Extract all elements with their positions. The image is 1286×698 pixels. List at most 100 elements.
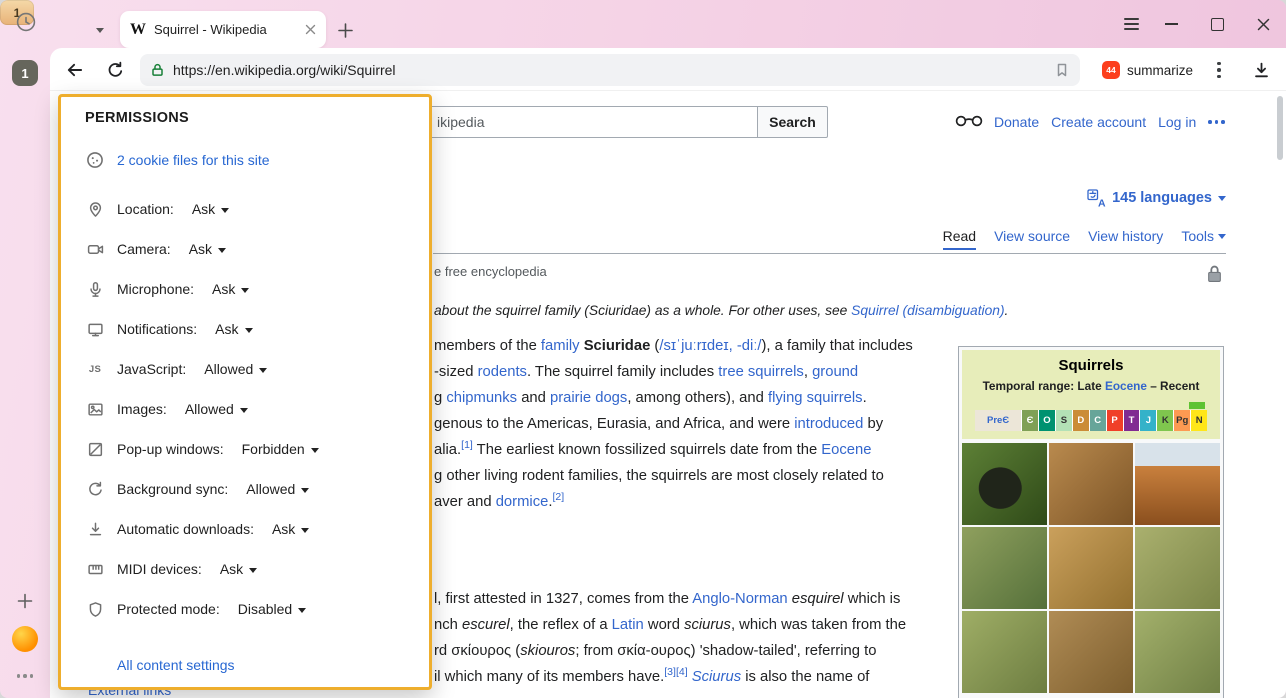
chevron-down-icon <box>1218 234 1226 239</box>
languages-button[interactable]: A 145 languages <box>1087 186 1226 210</box>
temporal-range: Temporal range: Late Eocene – Recent <box>966 379 1216 393</box>
wiki-link[interactable]: Latin <box>612 617 644 633</box>
timescale-segment[interactable]: S <box>1055 410 1072 431</box>
back-button[interactable] <box>62 57 88 83</box>
wiki-link[interactable]: family <box>541 338 580 354</box>
downloads-button[interactable] <box>1248 57 1274 83</box>
timescale-segment[interactable]: K <box>1156 410 1173 431</box>
tab-view-history[interactable]: View history <box>1088 228 1163 244</box>
timescale-segment[interactable]: O <box>1038 410 1055 431</box>
infobox-photo[interactable] <box>962 611 1047 693</box>
permission-dropdown[interactable]: Ask <box>212 281 249 297</box>
hatnote: about the squirrel family (Sciuridae) as… <box>434 303 1008 318</box>
appearance-glasses-icon[interactable] <box>954 110 984 130</box>
infobox-photo[interactable] <box>1135 611 1220 693</box>
wiki-link[interactable]: [3][4] <box>664 666 687 678</box>
address-bar[interactable]: https://en.wikipedia.org/wiki/Squirrel <box>140 54 1080 86</box>
wiki-link[interactable]: prairie dogs <box>550 390 627 406</box>
wiki-link[interactable]: [2] <box>552 491 564 503</box>
timescale-segment[interactable]: Є <box>1021 410 1038 431</box>
permission-dropdown[interactable]: Allowed <box>185 401 248 417</box>
sidebar-tab-counter-badge[interactable]: 1 <box>12 60 38 86</box>
timescale-segment[interactable]: J <box>1139 410 1156 431</box>
browser-menu-button[interactable] <box>1118 11 1144 37</box>
permission-dropdown[interactable]: Ask <box>220 561 257 577</box>
tab-squirrel-wikipedia[interactable]: W Squirrel - Wikipedia <box>120 11 326 48</box>
log-in-link[interactable]: Log in <box>1158 114 1196 130</box>
timescale-segment[interactable]: T <box>1123 410 1140 431</box>
infobox-photo[interactable] <box>1049 611 1134 693</box>
infobox-photo[interactable] <box>1135 527 1220 609</box>
summarize-options-button[interactable] <box>1206 57 1232 83</box>
wiki-link[interactable]: introduced <box>794 416 863 432</box>
history-button[interactable] <box>12 8 40 36</box>
timescale-segment[interactable]: D <box>1072 410 1089 431</box>
wikipedia-favicon-icon: W <box>130 21 146 39</box>
article-line: g chipmunks and prairie dogs, among othe… <box>434 385 913 411</box>
wiki-link[interactable]: ground <box>812 364 858 380</box>
wiki-link[interactable]: chipmunks <box>446 390 517 406</box>
wiki-link[interactable]: dormice <box>496 494 549 510</box>
wiki-search-input[interactable] <box>420 106 758 138</box>
permission-dropdown[interactable]: Ask <box>215 321 252 337</box>
permission-dropdown[interactable]: Ask <box>189 241 226 257</box>
infobox-photo[interactable] <box>1049 443 1134 525</box>
close-window-button[interactable] <box>1250 11 1276 37</box>
timescale-segment[interactable]: P <box>1106 410 1123 431</box>
infobox-photo[interactable] <box>962 527 1047 609</box>
tab-close-icon[interactable] <box>305 24 316 35</box>
timescale-segment[interactable]: N <box>1190 410 1207 431</box>
secure-lock-icon[interactable] <box>150 62 165 78</box>
create-account-link[interactable]: Create account <box>1051 114 1146 130</box>
permission-dropdown[interactable]: Allowed <box>204 361 267 377</box>
summarize-button[interactable]: 44 summarize <box>1094 55 1201 85</box>
wiki-link[interactable]: tree squirrels <box>718 364 804 380</box>
sidebar-more-button[interactable] <box>14 672 36 680</box>
permission-dropdown[interactable]: Forbidden <box>242 441 319 457</box>
permission-dropdown[interactable]: Ask <box>192 201 229 217</box>
wiki-link[interactable]: flying squirrels <box>768 390 863 406</box>
yandex-services-icon[interactable] <box>12 626 38 652</box>
permission-dropdown[interactable]: Allowed <box>246 481 309 497</box>
all-content-settings-link[interactable]: All content settings <box>117 657 235 673</box>
new-tab-button[interactable] <box>334 19 356 41</box>
permissions-panel: PERMISSIONS 2 cookie files for this site <box>58 94 432 690</box>
wiki-link[interactable]: Sciurus <box>692 669 741 685</box>
wiki-link[interactable]: Eocene <box>1105 379 1147 393</box>
page-protection-lock-icon[interactable] <box>1206 264 1223 284</box>
wiki-search-button[interactable]: Search <box>757 106 828 138</box>
sidebar-add-button[interactable] <box>14 590 36 612</box>
wiki-link[interactable]: /sɪˈjuːrɪdeɪ, -diː/ <box>659 338 761 354</box>
chevron-down-icon <box>1218 196 1226 201</box>
minimize-button[interactable] <box>1158 11 1184 37</box>
infobox-photo[interactable] <box>962 443 1047 525</box>
article-paragraph-1: members of the family Sciuridae (/sɪˈjuː… <box>434 333 913 515</box>
tab-tools[interactable]: Tools <box>1181 228 1226 244</box>
donate-link[interactable]: Donate <box>994 114 1039 130</box>
timescale-segment[interactable]: C <box>1089 410 1106 431</box>
personal-tools-menu-icon[interactable] <box>1208 120 1225 124</box>
maximize-button[interactable] <box>1204 11 1230 37</box>
wiki-link[interactable]: rodents <box>478 364 527 380</box>
wiki-link[interactable]: [1] <box>461 439 473 451</box>
permission-row-microphone: Microphone: Ask <box>85 269 419 309</box>
permission-dropdown[interactable]: Disabled <box>238 601 306 617</box>
tab-group-chevron-down-icon[interactable] <box>92 22 108 38</box>
reload-button[interactable] <box>102 57 128 83</box>
wiki-link[interactable]: Eocene <box>821 442 871 458</box>
taxobox-title: Squirrels <box>966 357 1216 374</box>
page-scrollbar-thumb[interactable] <box>1277 96 1283 160</box>
infobox-photo[interactable] <box>1049 527 1134 609</box>
article-line: genous to the Americas, Eurasia, and Afr… <box>434 411 913 437</box>
permission-row-midi-devices: MIDI devices: Ask <box>85 549 419 589</box>
timescale-segment[interactable]: Pg <box>1173 410 1190 431</box>
tab-read[interactable]: Read <box>943 228 976 250</box>
timescale-segment[interactable]: PreЄ <box>975 410 1021 431</box>
tab-view-source[interactable]: View source <box>994 228 1070 244</box>
permission-dropdown[interactable]: Ask <box>272 521 309 537</box>
wiki-link[interactable]: Anglo-Norman <box>692 591 787 607</box>
wiki-link[interactable]: Squirrel (disambiguation) <box>851 303 1004 318</box>
cookie-files-link[interactable]: 2 cookie files for this site <box>117 152 270 168</box>
bookmark-flag-icon[interactable] <box>1054 62 1070 78</box>
infobox-photo[interactable] <box>1135 443 1220 525</box>
